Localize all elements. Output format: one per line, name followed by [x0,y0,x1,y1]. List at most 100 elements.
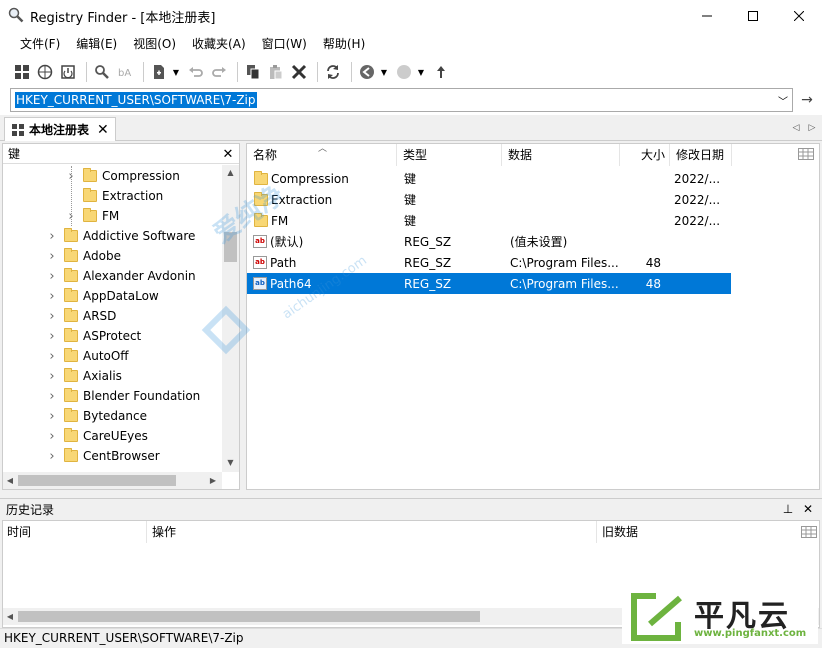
column-header-size[interactable]: 大小 [620,144,670,166]
list-row[interactable]: Extraction 键 2022/... [247,189,731,210]
expand-chevron-icon[interactable]: › [46,349,58,364]
expand-chevron-icon[interactable]: › [46,289,58,304]
forward-button[interactable] [394,61,414,83]
menu-file[interactable]: 文件(F) [12,31,68,57]
maximize-icon [748,10,758,21]
column-header-data[interactable]: 数据 [502,144,620,166]
minimize-icon [702,15,712,16]
history-column-time[interactable]: 时间 [2,521,147,543]
tab-scroll-left[interactable]: ◁ [790,118,802,138]
menu-help[interactable]: 帮助(H) [315,31,373,57]
up-button[interactable] [431,61,451,83]
tree-item[interactable]: › AutoOff [3,346,222,366]
undo-button[interactable] [186,61,206,83]
column-header-type[interactable]: 类型 [397,144,502,166]
tree-item-label: ASProtect [83,329,142,343]
tree-item[interactable]: › FM [3,206,222,226]
cell-type-text: 键 [404,214,417,228]
back-button[interactable] [357,61,377,83]
history-column-old-data[interactable]: 旧数据 [597,521,792,543]
scroll-right-icon[interactable]: ▶ [207,473,219,488]
close-button[interactable] [776,0,822,31]
maximize-button[interactable] [730,0,776,31]
remote-registry-button[interactable] [35,61,55,83]
string-value-icon: ab [253,235,267,248]
folder-icon [83,188,97,202]
refresh-button[interactable] [323,61,343,83]
list-row[interactable]: FM 键 2022/... [247,210,731,231]
cell-name-text: Path64 [270,276,312,291]
tree-close-button[interactable]: ✕ [220,144,236,164]
cell-type-text: REG_SZ [404,276,452,291]
redo-button[interactable] [209,61,229,83]
replace-button[interactable]: bA [115,61,135,83]
offline-registry-button[interactable] [58,61,78,83]
scroll-down-icon[interactable]: ▼ [224,456,237,470]
scroll-up-icon[interactable]: ▲ [224,166,237,180]
expand-chevron-icon[interactable]: › [46,429,58,444]
tree-item[interactable]: › Addictive Software [3,226,222,246]
toolbar: bA ▼ ▼ ▼ [0,57,822,87]
tree-item[interactable]: › Bytedance [3,406,222,426]
new-button[interactable] [149,61,169,83]
menu-window[interactable]: 窗口(W) [254,31,315,57]
go-button[interactable]: → [796,88,818,112]
list-row[interactable]: Compression 键 2022/... [247,168,731,189]
address-value[interactable]: HKEY_CURRENT_USER\SOFTWARE\7-Zip [15,92,257,108]
local-registry-button[interactable] [12,61,32,83]
history-column-chooser-icon[interactable] [801,526,817,541]
cell-type: REG_SZ [397,277,502,291]
expand-chevron-icon[interactable]: › [46,409,58,424]
history-title-label: 历史记录 [6,503,55,517]
tab-scroll-right[interactable]: ▷ [806,118,818,138]
tree-item[interactable]: › Compression [3,166,222,186]
tree-item[interactable]: › AppDataLow [3,286,222,306]
delete-x-icon [291,64,307,80]
expand-chevron-icon[interactable]: › [46,449,58,464]
delete-button[interactable] [289,61,309,83]
list-row[interactable]: ab Path REG_SZ C:\Program Files... 48 [247,252,731,273]
forward-dropdown[interactable]: ▼ [417,61,425,83]
folder-icon [64,288,78,302]
expand-chevron-icon[interactable]: › [46,369,58,384]
find-button[interactable] [92,61,112,83]
expand-chevron-icon[interactable]: › [46,309,58,324]
history-close-icon[interactable]: ✕ [800,500,816,518]
expand-chevron-icon[interactable]: › [46,269,58,284]
expand-chevron-icon[interactable]: › [46,389,58,404]
expand-chevron-icon[interactable]: › [46,249,58,264]
menu-view[interactable]: 视图(O) [125,31,184,57]
tree-item[interactable]: › CareUEyes [3,426,222,446]
tree-item[interactable]: › ASProtect [3,326,222,346]
expand-chevron-icon[interactable]: › [46,229,58,244]
tree-item[interactable]: › ARSD [3,306,222,326]
copy-button[interactable] [243,61,263,83]
history-horizontal-scroll-thumb[interactable] [18,611,480,622]
minimize-button[interactable] [684,0,730,31]
scroll-left-icon[interactable]: ◀ [4,609,16,624]
column-header-date[interactable]: 修改日期 [670,144,732,166]
tree-item[interactable]: Extraction [3,186,222,206]
back-dropdown[interactable]: ▼ [380,61,388,83]
history-column-action[interactable]: 操作 [147,521,597,543]
tree-item-label: Blender Foundation [83,389,201,403]
tree-horizontal-scroll-thumb[interactable] [18,475,176,486]
tree-item[interactable]: › Axialis [3,366,222,386]
expand-chevron-icon[interactable]: › [46,329,58,344]
new-dropdown[interactable]: ▼ [172,61,180,83]
tab-close-icon[interactable]: ✕ [97,122,109,138]
address-dropdown[interactable]: ﹀ [773,88,793,112]
list-row[interactable]: ab (默认) REG_SZ (值未设置) [247,231,731,252]
scroll-left-icon[interactable]: ◀ [4,473,16,488]
menu-favorites[interactable]: 收藏夹(A) [184,31,254,57]
pin-icon[interactable]: ⊥ [781,500,795,518]
status-text: HKEY_CURRENT_USER\SOFTWARE\7-Zip [4,631,244,645]
column-chooser-icon[interactable] [798,148,814,163]
tree-item[interactable]: › CentBrowser [3,446,222,466]
tree-item[interactable]: › Blender Foundation [3,386,222,406]
paste-button[interactable] [266,61,286,83]
menu-edit[interactable]: 编辑(E) [68,31,125,57]
tab-local-registry[interactable]: 本地注册表 ✕ [4,117,116,141]
tree-item[interactable]: › Alexander Avdonin [3,266,222,286]
tree-item[interactable]: › Adobe [3,246,222,266]
